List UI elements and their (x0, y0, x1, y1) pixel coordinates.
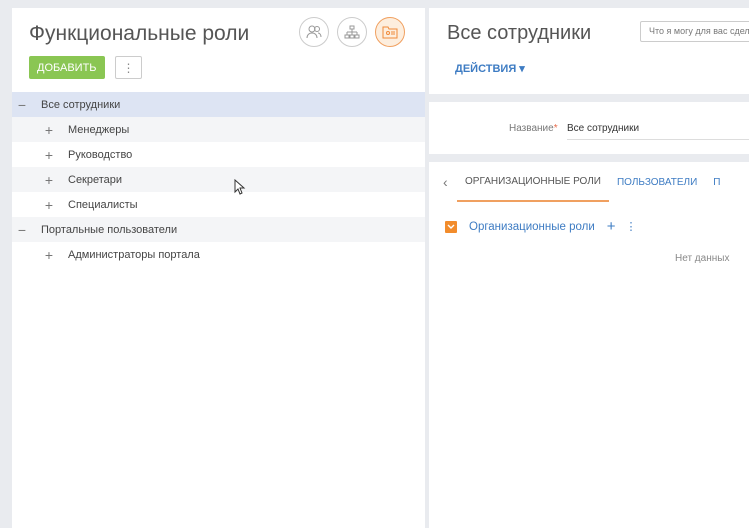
tree-item-label: Руководство (68, 148, 133, 161)
field-underline (567, 139, 749, 140)
detail-org-roles-header: Организационные роли + ⋮ (445, 218, 637, 235)
expand-icon[interactable]: + (43, 147, 55, 163)
tree-item-management[interactable]: + Руководство (12, 142, 425, 167)
tree-item-label: Секретари (68, 173, 123, 186)
roles-tree: − Все сотрудники + Менеджеры + Руководст… (12, 92, 425, 267)
tree-item-secretaries[interactable]: + Секретари (12, 167, 425, 192)
record-form: Название* Все сотрудники (429, 102, 749, 154)
tree-item-label: Все сотрудники (41, 98, 121, 111)
tree-item-label: Специалисты (68, 198, 138, 211)
add-button[interactable]: ДОБАВИТЬ (29, 56, 105, 79)
tab-org-roles[interactable]: ОРГАНИЗАЦИОННЫЕ РОЛИ (457, 162, 609, 202)
command-line-input[interactable]: Что я могу для вас сделать? (640, 21, 749, 42)
record-title: Все сотрудники (447, 22, 592, 44)
tree-item-portal-users[interactable]: − Портальные пользователи (12, 217, 425, 242)
left-panel: Функциональные роли ДОБАВИТЬ ⋮ − Все сот… (12, 8, 425, 528)
tab-users[interactable]: ПОЛЬЗОВАТЕЛИ (609, 162, 705, 202)
collapse-icon[interactable]: − (16, 97, 28, 113)
required-marker: * (553, 123, 558, 134)
page-title: Функциональные роли (29, 22, 250, 45)
detail-tabs: ‹ ОРГАНИЗАЦИОННЫЕ РОЛИ ПОЛЬЗОВАТЕЛИ П (429, 162, 749, 202)
tabs-scroll-left-icon[interactable]: ‹ (443, 174, 457, 190)
more-actions-button[interactable]: ⋮ (115, 56, 142, 79)
expand-icon[interactable]: + (43, 197, 55, 213)
tab-more[interactable]: П (705, 162, 728, 202)
name-field-label: Название* (509, 123, 558, 134)
tree-item-specialists[interactable]: + Специалисты (12, 192, 425, 217)
collapse-detail-icon[interactable] (445, 220, 457, 233)
view-switcher (299, 17, 405, 47)
no-data-text: Нет данных (675, 253, 730, 264)
expand-icon[interactable]: + (43, 247, 55, 263)
tree-item-managers[interactable]: + Менеджеры (12, 117, 425, 142)
detail-add-button[interactable]: + (607, 218, 616, 235)
expand-icon[interactable]: + (43, 172, 55, 188)
actions-menu-button[interactable]: ДЕЙСТВИЯ ▾ (455, 62, 525, 75)
expand-icon[interactable]: + (43, 122, 55, 138)
mouse-cursor-icon (234, 178, 246, 200)
record-header: Все сотрудники Что я могу для вас сделат… (429, 8, 749, 94)
tree-item-all-employees[interactable]: − Все сотрудники (12, 92, 425, 117)
tree-item-label: Менеджеры (68, 123, 130, 136)
tree-item-label: Портальные пользователи (41, 223, 178, 236)
tree-item-portal-admins[interactable]: + Администраторы портала (12, 242, 425, 267)
tree-item-label: Администраторы портала (68, 248, 200, 261)
org-structure-icon[interactable] (337, 17, 367, 47)
collapse-icon[interactable]: − (16, 222, 28, 238)
users-icon[interactable] (299, 17, 329, 47)
record-detail-panel: ‹ ОРГАНИЗАЦИОННЫЕ РОЛИ ПОЛЬЗОВАТЕЛИ П Ор… (429, 162, 749, 528)
detail-title[interactable]: Организационные роли (469, 221, 595, 233)
functional-roles-icon[interactable] (375, 17, 405, 47)
detail-more-button[interactable]: ⋮ (626, 220, 637, 233)
name-field-value[interactable]: Все сотрудники (567, 123, 639, 134)
